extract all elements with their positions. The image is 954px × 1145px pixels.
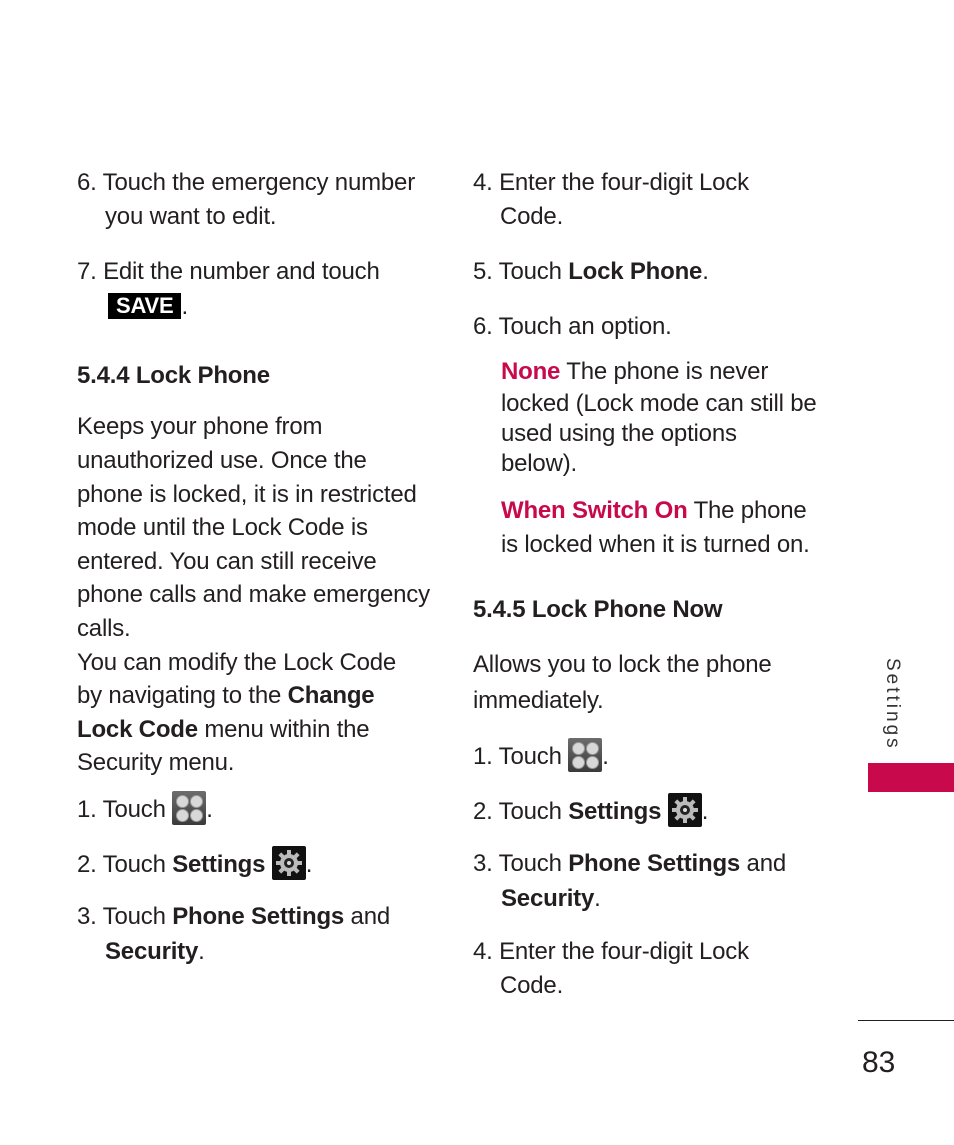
settings-gear-icon — [271, 846, 306, 880]
option-none-label: None — [501, 358, 561, 385]
right-step-2: 2. Touch Settings . — [473, 793, 708, 829]
step-6-line1: 6. Touch the emergency number — [77, 169, 415, 196]
right-step-6: 6. Touch an option. — [473, 313, 672, 340]
right-step-4b-line2: Code. — [500, 972, 564, 999]
right-step-3-line1: 3. Touch Phone Settings and — [473, 850, 786, 877]
section-heading-lock-phone-now: 5.4.5 Lock Phone Now — [473, 596, 723, 623]
intro-line: phone calls and make emergency — [77, 581, 430, 608]
modify-line2: by navigating to the Change — [77, 682, 375, 709]
option-switch-on-line1: When Switch On The phone — [501, 497, 807, 524]
option-none-line1: None The phone is never — [501, 358, 769, 385]
option-switch-on-line: is locked when it is turned on. — [501, 531, 810, 558]
side-tab-marker — [868, 763, 954, 792]
step-7-line2: SAVE. — [108, 290, 188, 324]
intro-line: unauthorized use. Once the — [77, 447, 367, 474]
left-step-2: 2. Touch Settings . — [77, 846, 312, 882]
side-tab-label: Settings — [882, 658, 903, 751]
intro-line: Allows you to lock the phone — [473, 651, 772, 678]
intro-line: entered. You can still receive — [77, 548, 377, 575]
modify-line4: Security menu. — [77, 749, 235, 776]
right-step-4-line2: Code. — [500, 203, 564, 230]
section-heading-lock-phone: 5.4.4 Lock Phone — [77, 362, 270, 389]
option-switch-on-label: When Switch On — [501, 497, 688, 524]
page-number: 83 — [862, 1046, 896, 1079]
page-number-rule — [858, 1020, 954, 1021]
modify-line3: Lock Code menu within the — [77, 716, 370, 743]
left-step-1: 1. Touch . — [77, 791, 213, 827]
settings-gear-icon — [667, 793, 702, 827]
intro-line: mode until the Lock Code is — [77, 514, 368, 541]
left-step-3-line1: 3. Touch Phone Settings and — [77, 903, 390, 930]
intro-line: phone is locked, it is in restricted — [77, 481, 417, 508]
step-7-line1: 7. Edit the number and touch — [77, 258, 380, 285]
save-button[interactable]: SAVE — [108, 293, 182, 319]
option-none-line: used using the options — [501, 420, 737, 447]
intro-line: Keeps your phone from — [77, 413, 323, 440]
modify-line1: You can modify the Lock Code — [77, 649, 397, 676]
right-step-4-line1: 4. Enter the four-digit Lock — [473, 169, 749, 196]
right-step-5: 5. Touch Lock Phone. — [473, 258, 709, 285]
option-none-line: below). — [501, 450, 577, 477]
menu-grid-icon — [172, 791, 207, 825]
menu-grid-icon — [568, 738, 603, 772]
right-step-4b-line1: 4. Enter the four-digit Lock — [473, 938, 749, 965]
right-step-1: 1. Touch . — [473, 738, 609, 774]
intro-line: calls. — [77, 615, 131, 642]
intro-line: immediately. — [473, 687, 604, 714]
left-step-3-line2: Security. — [105, 938, 205, 965]
step-6-line2: you want to edit. — [105, 203, 277, 230]
option-none-line: locked (Lock mode can still be — [501, 390, 817, 417]
right-step-3-line2: Security. — [501, 885, 601, 912]
